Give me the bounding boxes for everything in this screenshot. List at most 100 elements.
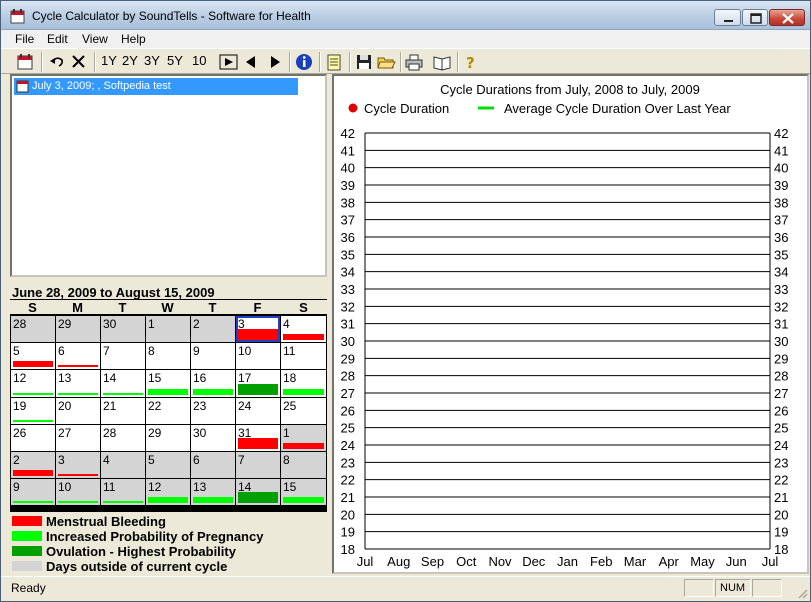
go-to-current-button[interactable] [218,52,240,72]
calendar-day-cell[interactable]: 9 [191,343,235,369]
open-button[interactable] [376,52,396,72]
calendar-day-cell[interactable]: 30 [191,425,235,451]
calendar-day-cell[interactable]: 16 [191,370,235,397]
maximize-button[interactable] [742,9,768,26]
range-3y-button[interactable]: 3Y [144,53,160,73]
x-tick-label: Jan [557,554,578,569]
calendar-day-cell[interactable]: 30 [101,316,145,342]
calendar-day-cell[interactable]: 25 [281,398,326,424]
calendar-day-cell[interactable]: 6 [191,452,235,478]
calendar-day-cell[interactable]: 1 [281,425,326,451]
calendar-day-cell[interactable]: 27 [56,425,100,451]
calendar-day-cell[interactable]: 22 [146,398,190,424]
menu-help[interactable]: Help [121,32,146,46]
y-tick-label-left: 38 [341,195,355,210]
new-record-button[interactable] [15,52,35,72]
notes-button[interactable] [324,52,344,72]
y-tick-label-left: 39 [341,178,355,193]
day-status-bar [283,497,324,503]
calendar-day-cell[interactable]: 17 [236,370,280,397]
calendar-day-cell[interactable]: 21 [101,398,145,424]
menu-edit[interactable]: Edit [47,32,68,46]
calendar-day-cell[interactable]: 5 [11,343,55,369]
legend-swatch [12,546,42,556]
calendar-day-cell[interactable]: 8 [146,343,190,369]
legend-label: Days outside of current cycle [46,559,228,574]
status-text: Ready [11,581,46,595]
calendar-day-cell[interactable]: 12 [146,479,190,505]
calendar-day-cell[interactable]: 13 [56,370,100,397]
calendar-day-cell[interactable]: 28 [101,425,145,451]
menu-file[interactable]: File [15,32,34,46]
calendar-day-cell[interactable]: 13 [191,479,235,505]
record-list[interactable]: July 3, 2009; , Softpedia test [10,74,327,277]
undo-button[interactable] [47,52,67,72]
calendar-day-cell[interactable]: 9 [11,479,55,505]
calendar-day-cell[interactable]: 24 [236,398,280,424]
legend-label: Increased Probability of Pregnancy [46,529,264,544]
calendar-day-cell[interactable]: 4 [101,452,145,478]
calendar-day-number: 27 [58,426,72,440]
menu-view[interactable]: View [82,32,108,46]
calendar-day-cell[interactable]: 26 [11,425,55,451]
range-2y-button[interactable]: 2Y [122,53,138,73]
calendar-day-cell[interactable]: 31 [236,425,280,451]
next-button[interactable] [266,52,284,72]
resize-grip-icon[interactable] [796,587,808,599]
range-1y-button[interactable]: 1Y [101,53,117,73]
calendar-day-cell[interactable]: 29 [56,316,100,342]
delete-button[interactable] [69,52,89,72]
range-10y-button[interactable]: 10 [192,53,206,73]
calendar-day-number: 1 [148,317,155,331]
calendar-day-cell[interactable]: 5 [146,452,190,478]
calendar-day-cell[interactable]: 20 [56,398,100,424]
calendar-day-cell[interactable]: 7 [101,343,145,369]
calendar-day-cell[interactable]: 19 [11,398,55,424]
context-help-button[interactable]: ? [462,52,480,72]
calendar-day-number: 4 [103,453,110,467]
y-tick-label-left: 19 [341,525,355,540]
title-bar[interactable]: Cycle Calculator by SoundTells - Softwar… [1,1,810,30]
record-list-item[interactable]: July 3, 2009; , Softpedia test [14,78,298,95]
calendar-day-cell[interactable]: 15 [146,370,190,397]
previous-button[interactable] [242,52,260,72]
y-tick-label-right: 42 [774,126,788,141]
save-button[interactable] [354,52,374,72]
help-book-button[interactable] [432,52,452,72]
calendar-day-number: 7 [103,344,110,358]
print-button[interactable] [404,52,424,72]
calendar-day-cell[interactable]: 18 [281,370,326,397]
calendar-day-cell[interactable]: 1 [146,316,190,342]
day-status-bar [13,501,53,503]
calendar-day-cell[interactable]: 15 [281,479,326,505]
info-button[interactable] [294,52,314,72]
x-tick-label: Apr [659,554,680,569]
calendar-day-cell[interactable]: 12 [11,370,55,397]
calendar-day-cell[interactable]: 23 [191,398,235,424]
calendar-day-cell[interactable]: 28 [11,316,55,342]
calendar-day-cell[interactable]: 14 [101,370,145,397]
calendar-day-cell[interactable]: 10 [236,343,280,369]
calendar-day-cell[interactable]: 14 [236,479,280,505]
minimize-icon [724,20,733,22]
calendar-day-cell[interactable]: 2 [191,316,235,342]
calendar-day-number: 1 [283,426,290,440]
calendar-day-cell[interactable]: 10 [56,479,100,505]
record-label: July 3, 2009; , Softpedia test [32,80,171,92]
calendar-day-cell[interactable]: 11 [101,479,145,505]
calendar-day-cell[interactable]: 4 [281,316,326,342]
y-tick-label-left: 21 [341,490,355,505]
calendar-day-cell[interactable]: 3 [56,452,100,478]
close-button[interactable] [769,9,805,26]
calendar-day-cell[interactable]: 29 [146,425,190,451]
calendar-day-number: 11 [283,344,296,358]
calendar-day-cell[interactable]: 7 [236,452,280,478]
y-tick-label-right: 33 [774,282,788,297]
range-5y-button[interactable]: 5Y [167,53,183,73]
calendar-day-cell[interactable]: 6 [56,343,100,369]
minimize-button[interactable] [714,9,741,26]
calendar-day-cell[interactable]: 11 [281,343,326,369]
calendar-day-cell[interactable]: 3 [236,316,280,342]
calendar-day-cell[interactable]: 8 [281,452,326,478]
calendar-day-cell[interactable]: 2 [11,452,55,478]
